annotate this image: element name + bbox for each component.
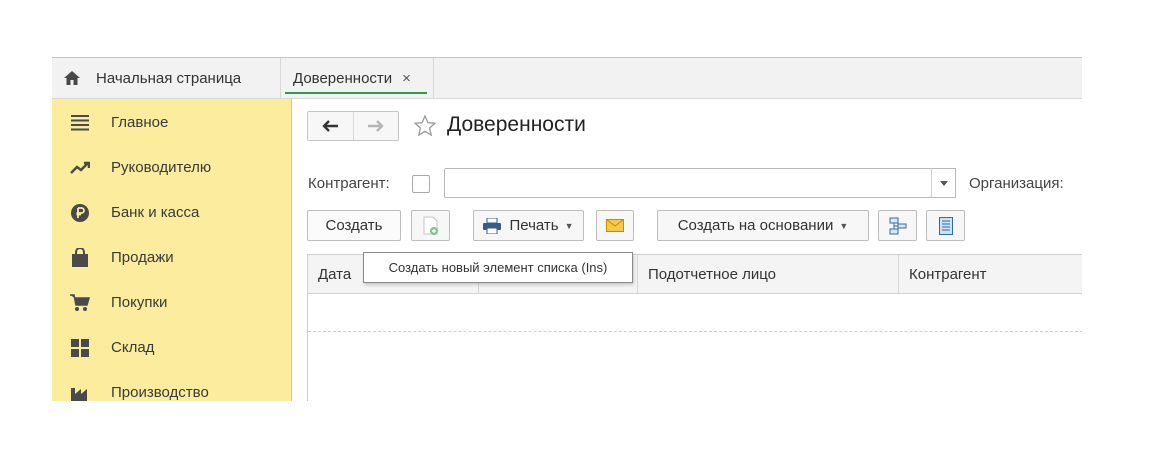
- sidebar-item-label: Главное: [111, 114, 169, 131]
- tab-bar: Начальная страница Доверенности ×: [52, 58, 1082, 99]
- envelope-icon: [606, 219, 624, 232]
- table-row[interactable]: [308, 294, 1082, 332]
- forward-button[interactable]: [352, 112, 399, 140]
- create-based-dropdown-icon: ▼: [839, 220, 849, 231]
- menu-lines-icon: [70, 113, 90, 133]
- column-header-counterparty[interactable]: Контрагент: [899, 255, 1082, 293]
- list-icon: [938, 216, 953, 235]
- sidebar-item-warehouse[interactable]: Склад: [52, 325, 291, 370]
- sidebar-item-label: Склад: [111, 339, 155, 356]
- print-dropdown-icon: ▼: [564, 220, 574, 231]
- sidebar-item-main[interactable]: Главное: [52, 100, 291, 145]
- sidebar: Главное Руководителю Банк и касса Продаж…: [52, 99, 292, 401]
- create-based-on-button[interactable]: Создать на основании ▼: [657, 210, 869, 241]
- trend-up-icon: [70, 158, 90, 178]
- create-based-on-label: Создать на основании: [677, 217, 834, 234]
- email-button[interactable]: [596, 210, 634, 241]
- chevron-down-icon: [939, 180, 948, 186]
- tab-powers-of-attorney[interactable]: Доверенности ×: [281, 58, 434, 98]
- sidebar-item-sales[interactable]: Продажи: [52, 235, 291, 280]
- arrow-right-icon: [367, 120, 384, 132]
- tab-active-label: Доверенности: [293, 69, 393, 87]
- sidebar-item-purchases[interactable]: Покупки: [52, 280, 291, 325]
- sidebar-item-production[interactable]: Производство: [52, 370, 291, 401]
- sidebar-item-manager[interactable]: Руководителю: [52, 145, 291, 190]
- home-icon: [63, 69, 81, 87]
- counterparty-dropdown-button[interactable]: [931, 168, 956, 198]
- shopping-bag-icon: [70, 247, 90, 268]
- sidebar-item-label: Продажи: [111, 249, 174, 266]
- counterparty-checkbox[interactable]: [412, 175, 430, 193]
- printer-icon: [483, 217, 502, 234]
- sidebar-item-label: Банк и касса: [111, 204, 200, 221]
- warehouse-grid-icon: [70, 338, 90, 358]
- create-tooltip: Создать новый элемент списка (Ins): [363, 252, 633, 283]
- sidebar-item-label: Руководителю: [111, 159, 212, 176]
- create-button-label: Создать: [325, 217, 383, 234]
- create-button[interactable]: Создать: [307, 210, 401, 241]
- arrow-left-icon: [322, 120, 339, 132]
- copy-button[interactable]: [411, 210, 450, 241]
- main-content: Доверенности Контрагент: Организация: Со…: [292, 99, 1082, 401]
- nav-buttons: [307, 111, 399, 141]
- tab-home[interactable]: Начальная страница: [52, 58, 281, 98]
- cart-icon: [70, 293, 90, 313]
- ruble-coin-icon: [70, 203, 90, 223]
- print-button-label: Печать: [509, 217, 559, 234]
- back-button[interactable]: [308, 112, 353, 140]
- factory-icon: [70, 383, 90, 401]
- counterparty-label: Контрагент:: [308, 175, 390, 192]
- tab-close-icon[interactable]: ×: [402, 70, 411, 87]
- column-header-accountable-person[interactable]: Подотчетное лицо: [638, 255, 899, 293]
- counterparty-input[interactable]: [444, 168, 932, 198]
- organization-label: Организация:: [969, 175, 1064, 192]
- print-button[interactable]: Печать ▼: [473, 210, 584, 241]
- favorite-star-icon[interactable]: [413, 114, 437, 138]
- page-title: Доверенности: [447, 113, 586, 136]
- sidebar-item-bank[interactable]: Банк и касса: [52, 190, 291, 235]
- document-structure-button[interactable]: [878, 210, 917, 241]
- tab-home-label: Начальная страница: [96, 69, 242, 87]
- active-tab-underline: [285, 92, 427, 94]
- app-window: Начальная страница Доверенности × Главно…: [52, 57, 1082, 401]
- structure-icon: [889, 217, 906, 234]
- copy-document-icon: [423, 216, 438, 235]
- list-settings-button[interactable]: [926, 210, 965, 241]
- sidebar-item-label: Производство: [111, 384, 209, 401]
- sidebar-item-label: Покупки: [111, 294, 168, 311]
